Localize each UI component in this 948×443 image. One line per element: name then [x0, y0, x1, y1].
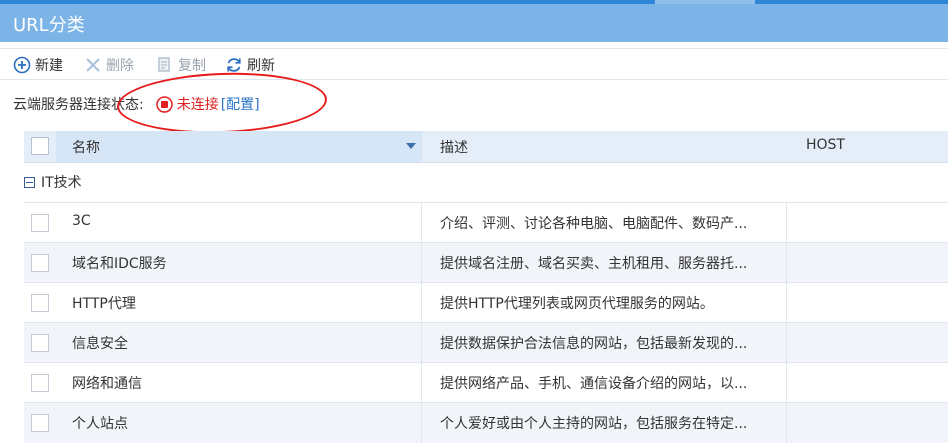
column-header-host[interactable]: HOST: [806, 137, 845, 153]
row-checkbox[interactable]: [31, 334, 49, 352]
column-divider: [421, 283, 422, 323]
row-checkbox[interactable]: [31, 294, 49, 312]
table-row[interactable]: 个人站点 个人爱好或由个人主持的网站，包括服务在特定...: [24, 402, 948, 443]
row-desc: 介绍、评测、讨论各种电脑、电脑配件、数码产...: [440, 216, 748, 232]
close-icon: [86, 58, 100, 72]
column-divider: [786, 243, 787, 283]
column-header-name-label: 名称: [72, 140, 100, 156]
group-label: IT技术: [41, 175, 82, 191]
table-row[interactable]: 网络和通信 提供网络产品、手机、通信设备介绍的网站，以...: [24, 362, 948, 403]
row-name: HTTP代理: [72, 296, 136, 312]
column-divider: [421, 323, 422, 363]
row-checkbox[interactable]: [31, 254, 49, 272]
copy-button[interactable]: 复制: [156, 55, 206, 75]
copy-icon: [158, 57, 170, 72]
row-name: 个人站点: [72, 416, 128, 432]
row-desc: 提供域名注册、域名买卖、主机租用、服务器托...: [440, 256, 748, 272]
column-divider: [786, 363, 787, 403]
row-name: 信息安全: [72, 336, 128, 352]
new-button-label: 新建: [35, 58, 63, 74]
column-divider: [786, 323, 787, 363]
column-header-name[interactable]: 名称: [56, 131, 422, 162]
row-desc: 提供HTTP代理列表或网页代理服务的网站。: [440, 296, 714, 312]
row-name: 3C: [72, 213, 91, 229]
plus-circle-icon: [13, 56, 31, 74]
column-divider: [421, 363, 422, 403]
row-desc: 个人爱好或由个人主持的网站，包括服务在特定...: [440, 416, 748, 432]
new-button[interactable]: 新建: [13, 55, 63, 75]
group-row-it[interactable]: IT技术: [24, 172, 82, 192]
column-divider: [421, 203, 422, 243]
table-row[interactable]: HTTP代理 提供HTTP代理列表或网页代理服务的网站。: [24, 282, 948, 323]
row-checkbox[interactable]: [31, 214, 49, 232]
delete-button[interactable]: 删除: [84, 55, 134, 75]
window-title: URL分类: [13, 15, 85, 36]
column-divider: [421, 243, 422, 283]
table-row[interactable]: 域名和IDC服务 提供域名注册、域名买卖、主机租用、服务器托...: [24, 242, 948, 283]
column-divider: [786, 403, 787, 443]
row-name: 域名和IDC服务: [72, 256, 167, 272]
column-divider: [421, 403, 422, 443]
column-header-desc[interactable]: 描述: [440, 137, 468, 157]
table-header: 名称 描述 HOST: [24, 131, 948, 163]
sort-dropdown-icon[interactable]: [406, 143, 416, 149]
column-divider: [786, 283, 787, 323]
refresh-icon: [227, 58, 241, 72]
delete-button-label: 删除: [106, 58, 134, 74]
table-row[interactable]: 信息安全 提供数据保护合法信息的网站，包括最新发现的...: [24, 322, 948, 363]
row-checkbox[interactable]: [31, 414, 49, 432]
row-checkbox[interactable]: [31, 374, 49, 392]
row-desc: 提供数据保护合法信息的网站，包括最新发现的...: [440, 336, 748, 352]
toolbar: 新建 删除 复制 刷新: [0, 48, 948, 80]
title-bar: URL分类: [0, 4, 948, 42]
column-divider: [786, 203, 787, 243]
row-desc: 提供网络产品、手机、通信设备介绍的网站，以...: [440, 376, 748, 392]
collapse-icon[interactable]: [24, 176, 35, 188]
table-row[interactable]: 3C 介绍、评测、讨论各种电脑、电脑配件、数码产...: [24, 202, 948, 243]
select-all-checkbox[interactable]: [31, 137, 49, 155]
refresh-button-label: 刷新: [247, 58, 275, 74]
copy-button-label: 复制: [178, 58, 206, 74]
row-name: 网络和通信: [72, 376, 142, 392]
